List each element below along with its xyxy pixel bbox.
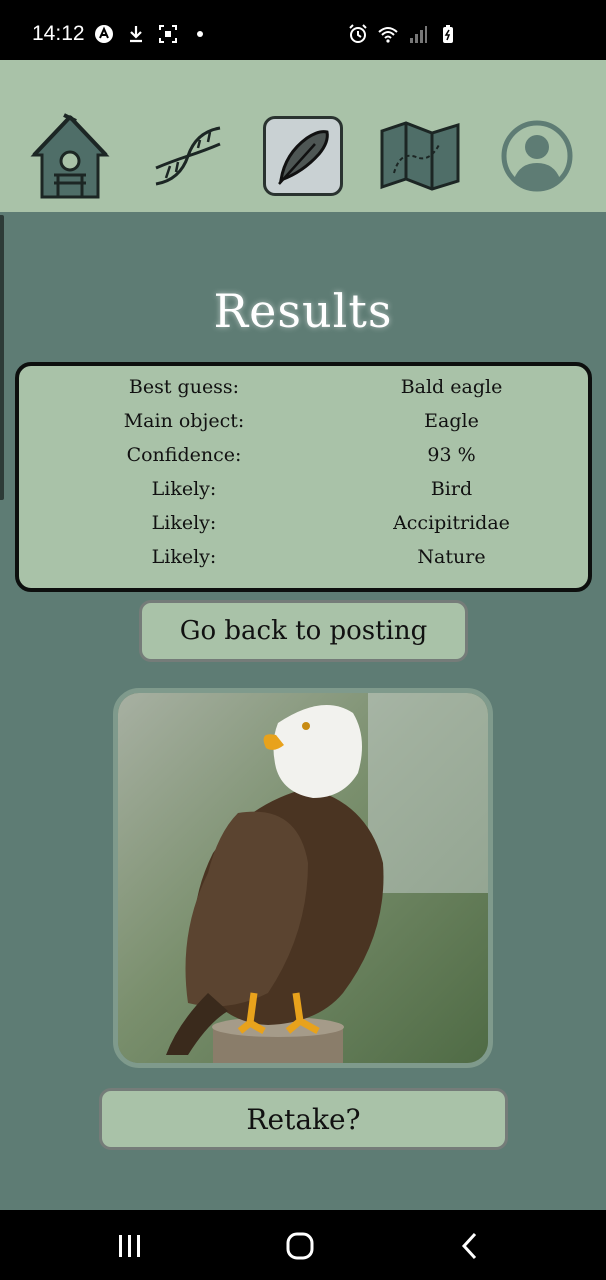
go-back-button[interactable]: Go back to posting [139,600,468,662]
alarm-icon [349,24,367,43]
system-nav-bar [0,1210,606,1280]
nav-dna[interactable] [148,116,228,196]
page-title: Results [213,284,393,338]
result-row: Likely: Accipitridae [19,506,588,540]
scroll-indicator [0,215,4,500]
home-icon [286,1232,314,1260]
download-icon [130,26,142,43]
result-row: Best guess: Bald eagle [19,370,588,404]
app-logo-icon [95,25,113,43]
results-card: Best guess: Bald eagle Main object: Eagl… [15,362,592,592]
nav-feather[interactable] [263,116,343,196]
profile-icon [501,120,573,192]
result-label: Likely: [151,512,217,534]
back-icon [461,1232,477,1260]
result-label: Likely: [151,546,217,568]
top-nav [0,60,606,212]
result-value: Bald eagle [400,376,503,398]
result-row: Likely: Bird [19,472,588,506]
eagle-image [118,693,488,1063]
dna-icon [155,126,221,186]
result-value: 93 % [427,444,476,466]
nav-map[interactable] [380,116,460,196]
result-label: Main object: [123,410,245,432]
status-right-icons [348,24,458,44]
dot-icon [197,31,203,37]
result-label: Likely: [151,478,217,500]
map-icon [380,121,460,191]
result-value: Eagle [424,410,479,432]
home-button[interactable] [280,1230,320,1262]
nav-birdhouse[interactable] [30,113,110,199]
feather-icon [278,130,329,185]
status-bar: 14:12 [0,0,606,60]
retake-button[interactable]: Retake? [99,1088,508,1150]
result-value: Bird [430,478,473,500]
screenshot-icon [159,25,177,43]
back-button[interactable] [450,1230,490,1262]
result-value: Accipitridae [393,512,510,534]
result-label: Best guess: [128,376,240,398]
result-row: Likely: Nature [19,540,588,574]
wifi-icon [378,27,398,43]
battery-icon [443,25,453,43]
signal-icon [410,26,427,43]
result-row: Confidence: 93 % [19,438,588,472]
bird-photo [113,688,493,1068]
birdhouse-icon [30,113,110,199]
status-time: 14:12 [32,22,85,45]
result-label: Confidence: [126,444,242,466]
nav-profile[interactable] [497,116,577,196]
result-value: Nature [417,546,486,568]
recent-apps-button[interactable] [110,1230,150,1262]
result-row: Main object: Eagle [19,404,588,438]
status-left-icons [94,24,210,44]
recent-apps-icon [119,1235,140,1257]
